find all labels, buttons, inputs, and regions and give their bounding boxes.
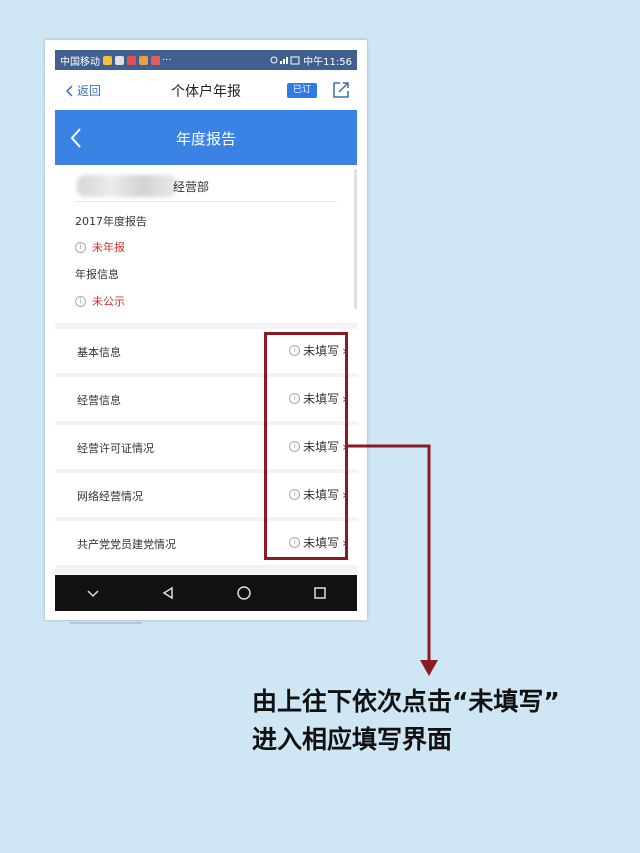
- android-nav-bar: [55, 575, 357, 611]
- clock-label: 中午11:56: [303, 56, 352, 68]
- notification-icon: [115, 55, 124, 65]
- caption-line-2: 进入相应填写界面: [252, 725, 453, 754]
- chevron-left-icon: [65, 84, 73, 97]
- report-status-text: 未年报: [92, 241, 125, 254]
- annual-info-status-text: 未公示: [92, 295, 125, 308]
- blurred-company-name: [77, 175, 177, 197]
- list-item-label: 网络经营情况: [77, 490, 143, 503]
- divider: [75, 201, 337, 202]
- highlight-box: [264, 332, 348, 560]
- back-label: 返回: [77, 84, 102, 98]
- list-item-label: 经营许可证情况: [77, 442, 154, 455]
- scrollbar[interactable]: [354, 169, 357, 309]
- list-item-label: 共产党党员建党情况: [77, 538, 176, 551]
- instruction-caption: 由上往下依次点击“未填写” 进入相应填写界面: [252, 683, 560, 759]
- report-header: 年度报告: [55, 110, 357, 165]
- carrier-label: 中国移动: [60, 56, 100, 68]
- more-notifications-icon: ···: [162, 54, 172, 66]
- recent-apps-icon[interactable]: [313, 586, 327, 600]
- info-icon: i: [75, 241, 86, 253]
- report-year-label: 2017年度报告: [75, 215, 147, 228]
- notification-icon: [151, 55, 160, 65]
- annual-info-status: i 未公示: [75, 293, 125, 309]
- list-item-label: 经营信息: [77, 394, 121, 407]
- report-status: i 未年报: [75, 239, 125, 255]
- caption-line-1: 由上往下依次点击“未填写”: [252, 687, 560, 716]
- status-bar: 中国移动 ··· 中午11:56: [55, 50, 357, 70]
- annual-info-label: 年报信息: [75, 268, 119, 281]
- company-name-suffix: 经营部: [173, 180, 210, 194]
- back-button[interactable]: 返回: [65, 82, 101, 99]
- page-strip: [70, 622, 142, 624]
- subscribe-button[interactable]: 已订: [287, 83, 317, 98]
- header-title: 年度报告: [175, 130, 236, 148]
- notification-icon: [139, 55, 148, 65]
- share-icon[interactable]: [331, 80, 351, 100]
- notification-icon: [103, 55, 112, 65]
- top-navigation: 返回 个体户年报 已订: [55, 70, 357, 110]
- chevron-down-icon[interactable]: [86, 588, 100, 598]
- info-icon: i: [75, 295, 86, 307]
- notification-icon: [127, 55, 136, 65]
- home-circle-icon[interactable]: [236, 585, 252, 601]
- list-item-label: 基本信息: [77, 346, 121, 359]
- info-card: 经营部 2017年度报告 i 未年报 年报信息 i 未公示: [55, 165, 357, 323]
- back-triangle-icon[interactable]: [161, 586, 175, 600]
- signal-icon: [270, 56, 300, 65]
